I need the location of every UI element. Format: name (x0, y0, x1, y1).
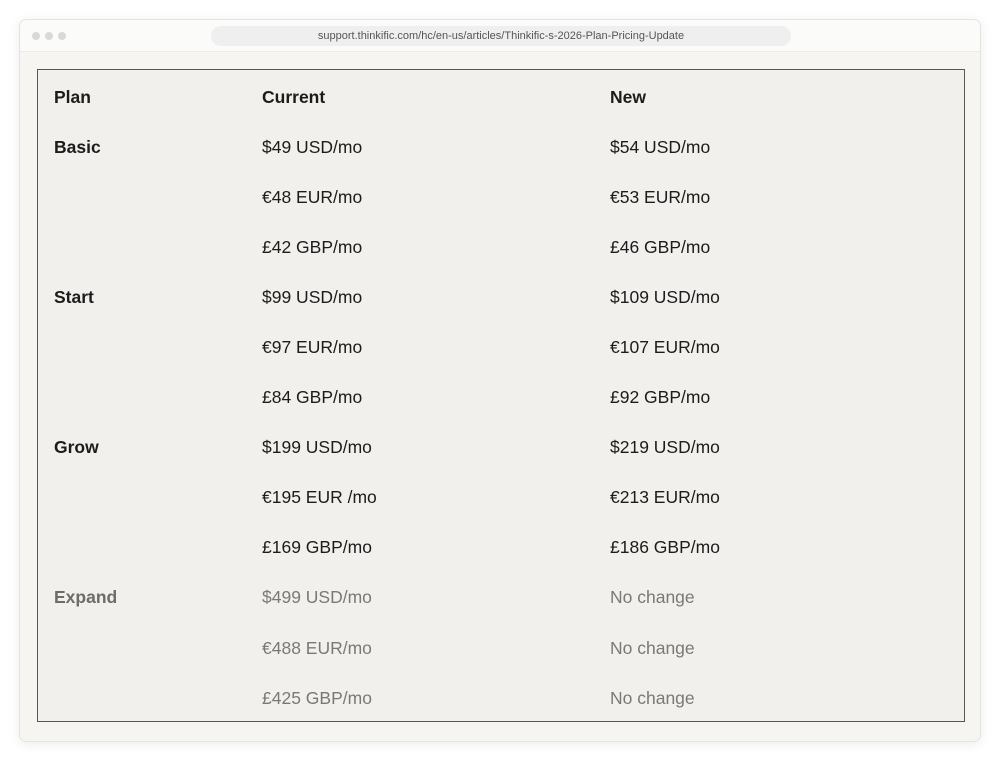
table-row: Expand $499 USD/mo No change (38, 573, 964, 623)
new-price-cell: €53 EUR/mo (610, 186, 711, 207)
current-price-cell: €195 EUR /mo (262, 487, 377, 508)
table-row: €195 EUR /mo €213 EUR/mo (38, 473, 964, 523)
table-row: Grow $199 USD/mo $219 USD/mo (38, 423, 964, 473)
browser-titlebar: support.thinkific.com/hc/en-us/articles/… (20, 20, 980, 52)
table-row: £425 GBP/mo No change (38, 673, 964, 723)
plan-cell (38, 222, 262, 272)
address-bar[interactable]: support.thinkific.com/hc/en-us/articles/… (211, 26, 791, 46)
table-row: £42 GBP/mo £46 GBP/mo (38, 222, 964, 272)
plan-cell (38, 523, 262, 573)
new-price-cell: €107 EUR/mo (610, 337, 720, 358)
close-dot-icon[interactable] (32, 32, 40, 40)
header-plan: Plan (54, 86, 91, 107)
plan-cell (38, 473, 262, 523)
current-price-cell: $99 USD/mo (262, 286, 363, 307)
table-row: Basic $49 USD/mo $54 USD/mo (38, 122, 964, 172)
new-price-cell: €213 EUR/mo (610, 487, 720, 508)
current-price-cell: €48 EUR/mo (262, 186, 363, 207)
new-price-cell: No change (610, 687, 695, 708)
new-price-cell: £186 GBP/mo (610, 537, 720, 558)
header-new: New (610, 86, 646, 107)
plan-cell (38, 322, 262, 372)
table-row: €97 EUR/mo €107 EUR/mo (38, 322, 964, 372)
current-price-cell: $499 USD/mo (262, 587, 372, 608)
plan-cell (38, 373, 262, 423)
table-row: Start $99 USD/mo $109 USD/mo (38, 272, 964, 322)
page-content: Plan Current New Basic $49 USD/mo $54 US… (20, 53, 980, 741)
new-price-cell: $109 USD/mo (610, 286, 720, 307)
current-price-cell: £425 GBP/mo (262, 687, 372, 708)
current-price-cell: £169 GBP/mo (262, 537, 372, 558)
new-price-cell: $54 USD/mo (610, 136, 711, 157)
current-price-cell: £42 GBP/mo (262, 236, 363, 257)
new-price-cell: £46 GBP/mo (610, 236, 711, 257)
table-header-row: Plan Current New (38, 72, 964, 122)
current-price-cell: $49 USD/mo (262, 136, 363, 157)
current-price-cell: €488 EUR/mo (262, 637, 372, 658)
plan-cell: Grow (54, 437, 99, 458)
url-text: support.thinkific.com/hc/en-us/articles/… (317, 30, 685, 42)
table-row: €48 EUR/mo €53 EUR/mo (38, 172, 964, 222)
browser-window: support.thinkific.com/hc/en-us/articles/… (19, 19, 981, 742)
plan-cell: Basic (54, 136, 101, 157)
new-price-cell: $219 USD/mo (610, 437, 720, 458)
plan-cell (38, 172, 262, 222)
maximize-dot-icon[interactable] (58, 32, 66, 40)
plan-cell (38, 623, 262, 673)
current-price-cell: €97 EUR/mo (262, 337, 363, 358)
current-price-cell: £84 GBP/mo (262, 387, 363, 408)
pricing-table: Plan Current New Basic $49 USD/mo $54 US… (38, 72, 964, 723)
new-price-cell: No change (610, 587, 695, 608)
current-price-cell: $199 USD/mo (262, 437, 372, 458)
minimize-dot-icon[interactable] (45, 32, 53, 40)
window-controls (32, 32, 66, 40)
table-row: £84 GBP/mo £92 GBP/mo (38, 373, 964, 423)
pricing-table-container: Plan Current New Basic $49 USD/mo $54 US… (37, 69, 965, 722)
new-price-cell: £92 GBP/mo (610, 387, 711, 408)
plan-cell: Start (54, 286, 94, 307)
new-price-cell: No change (610, 637, 695, 658)
table-row: €488 EUR/mo No change (38, 623, 964, 673)
table-row: £169 GBP/mo £186 GBP/mo (38, 523, 964, 573)
plan-cell: Expand (54, 587, 118, 608)
header-current: Current (262, 86, 326, 107)
plan-cell (38, 673, 262, 723)
